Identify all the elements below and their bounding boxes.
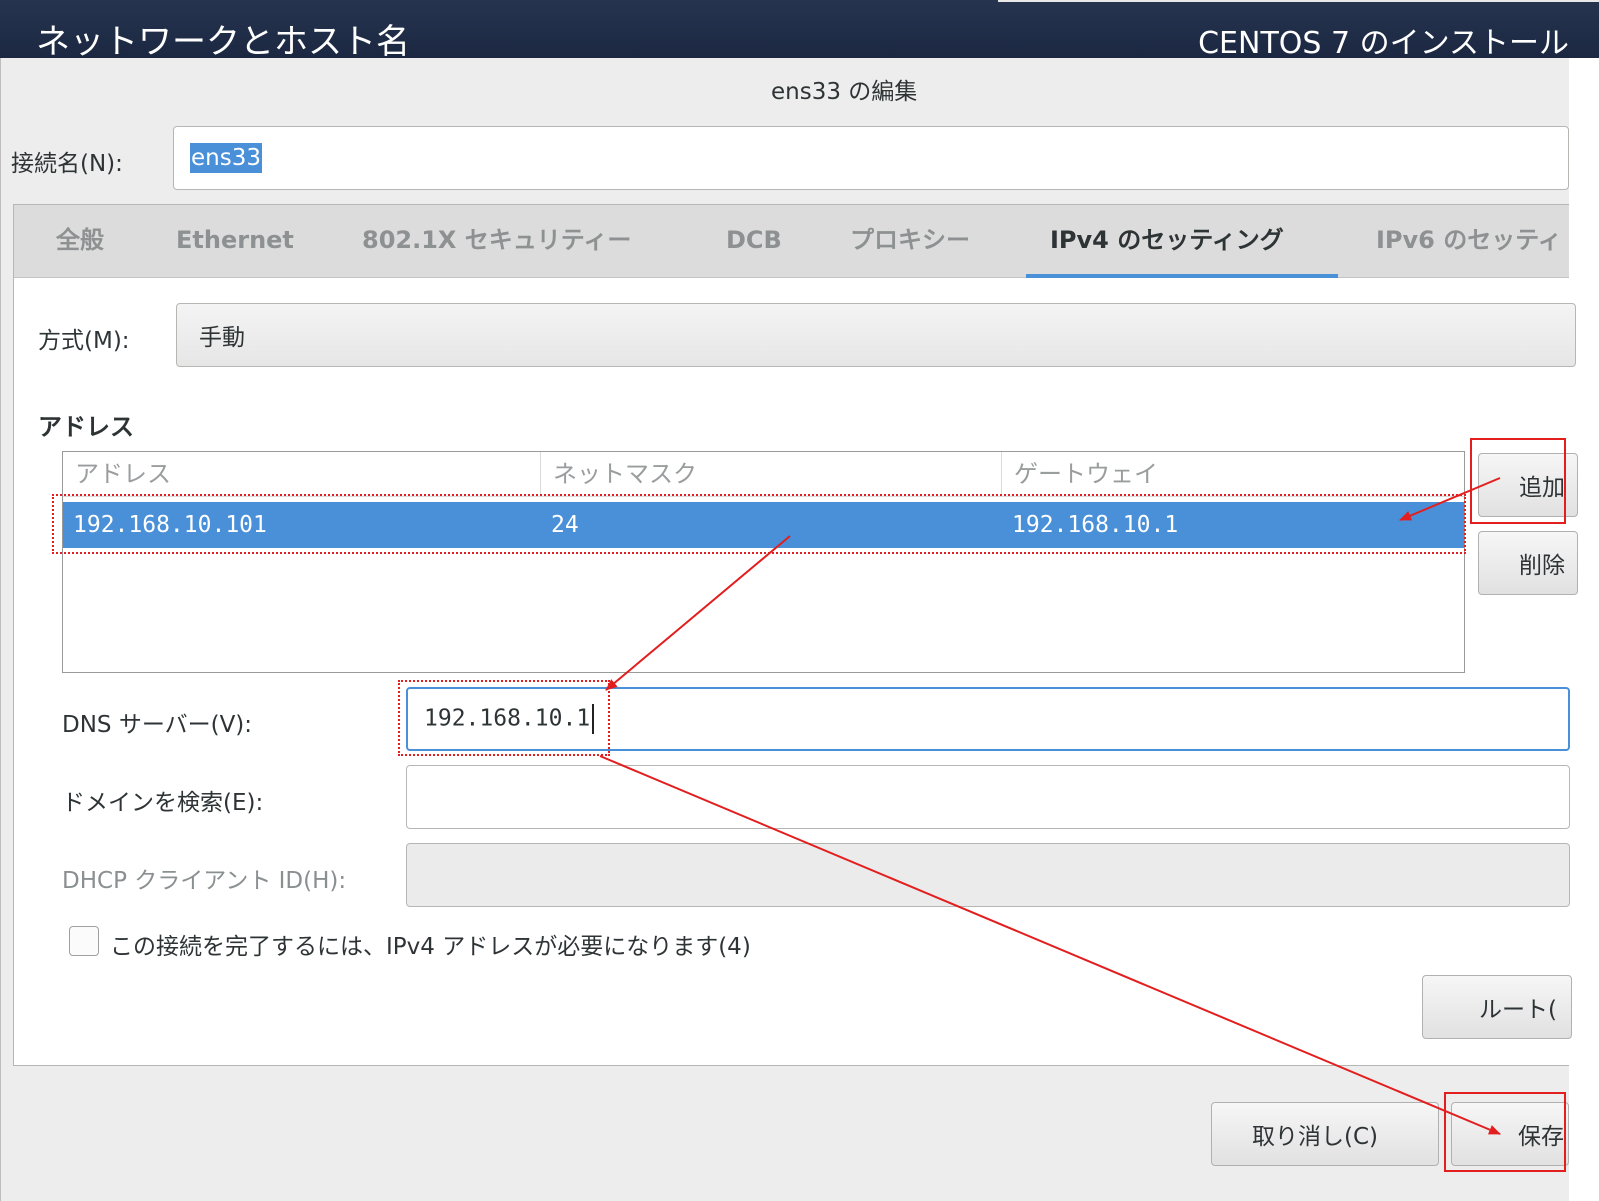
delete-button[interactable]: 削除 bbox=[1478, 531, 1578, 595]
connection-name-input[interactable]: ens33 bbox=[173, 126, 1569, 190]
tab-proxy[interactable]: プロキシー bbox=[850, 205, 990, 277]
method-label: 方式(M): bbox=[38, 328, 130, 354]
tab-ethernet[interactable]: Ethernet bbox=[176, 205, 306, 277]
delete-button-label: 削除 bbox=[1519, 553, 1565, 579]
domain-search-label: ドメインを検索(E): bbox=[62, 790, 264, 816]
require-ipv4-checkbox[interactable] bbox=[69, 926, 99, 956]
method-value: 手動 bbox=[199, 325, 245, 351]
tab-8021x-security[interactable]: 802.1X セキュリティー bbox=[362, 205, 672, 277]
annotation-box-add bbox=[1470, 438, 1566, 524]
installer-header: ネットワークとホスト名 CENTOS 7 のインストール bbox=[0, 0, 1599, 58]
tab-ipv6-settings[interactable]: IPv6 のセッティ bbox=[1376, 205, 1576, 277]
dialog-title: ens33 の編集 bbox=[771, 79, 918, 105]
header-title: ネットワークとホスト名 bbox=[36, 22, 410, 58]
domain-search-input[interactable] bbox=[406, 765, 1570, 829]
cancel-button[interactable]: 取り消し(C) bbox=[1211, 1102, 1439, 1166]
cancel-button-label: 取り消し(C) bbox=[1252, 1124, 1379, 1150]
dhcp-client-id-input[interactable] bbox=[406, 843, 1570, 907]
settings-notebook: 全般 Ethernet 802.1X セキュリティー DCB プロキシー IPv… bbox=[13, 204, 1578, 1066]
annotation-dotted-dns bbox=[398, 680, 610, 756]
address-table[interactable]: アドレス ネットマスク ゲートウェイ 192.168.10.101 24 192… bbox=[62, 451, 1465, 673]
routes-button[interactable]: ルート( bbox=[1422, 975, 1572, 1039]
connection-name-value: ens33 bbox=[190, 143, 262, 173]
edit-connection-dialog: ens33 の編集 接続名(N): ens33 全般 Ethernet 802.… bbox=[0, 58, 1578, 1201]
header-divider bbox=[998, 0, 1599, 2]
dhcp-client-id-label: DHCP クライアント ID(H): bbox=[62, 868, 347, 894]
tab-general[interactable]: 全般 bbox=[56, 205, 116, 277]
dns-label: DNS サーバー(V): bbox=[62, 712, 253, 738]
address-table-header: アドレス ネットマスク ゲートウェイ bbox=[63, 452, 1464, 497]
column-gateway[interactable]: ゲートウェイ bbox=[1002, 452, 1464, 496]
column-address[interactable]: アドレス bbox=[63, 452, 541, 496]
installer-title: CENTOS 7 のインストール bbox=[1198, 26, 1569, 58]
annotation-dotted-row bbox=[52, 494, 1466, 554]
tab-ipv4-settings[interactable]: IPv4 のセッティング bbox=[1026, 205, 1338, 278]
tab-strip: 全般 Ethernet 802.1X セキュリティー DCB プロキシー IPv… bbox=[14, 205, 1569, 278]
tab-dcb[interactable]: DCB bbox=[726, 205, 796, 277]
address-section-label: アドレス bbox=[38, 413, 134, 441]
routes-button-label: ルート( bbox=[1479, 997, 1557, 1023]
connection-name-label: 接続名(N): bbox=[11, 151, 123, 177]
annotation-box-save bbox=[1444, 1092, 1566, 1172]
column-netmask[interactable]: ネットマスク bbox=[541, 452, 1002, 496]
require-ipv4-label: この接続を完了するには、IPv4 アドレスが必要になります(4) bbox=[110, 934, 751, 960]
method-combo[interactable]: 手動 bbox=[176, 303, 1576, 367]
